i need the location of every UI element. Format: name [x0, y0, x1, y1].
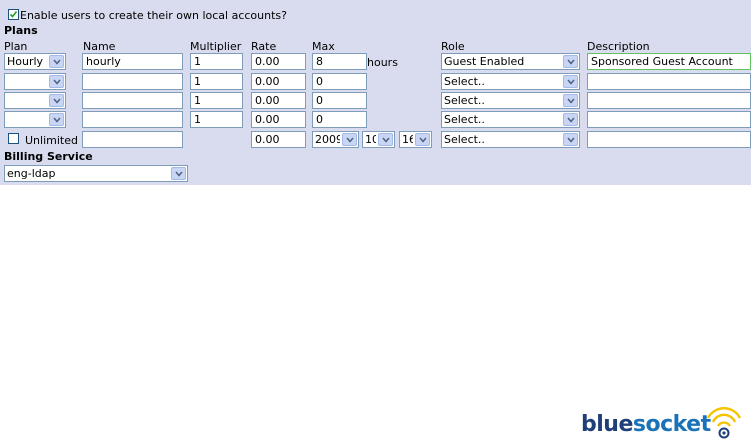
role-select[interactable]: Select..	[441, 131, 580, 148]
hours-label: hours	[367, 56, 398, 69]
chevron-down-icon	[563, 113, 578, 126]
col-max: Max	[312, 40, 335, 53]
max-input[interactable]	[312, 73, 367, 90]
role-select[interactable]: Select..	[441, 92, 580, 109]
description-input[interactable]	[587, 53, 751, 70]
role-select[interactable]: Select..	[441, 111, 580, 128]
max-input[interactable]	[312, 53, 367, 70]
plans-title: Plans	[4, 24, 38, 37]
unlimited-checkbox[interactable]	[8, 133, 19, 144]
unlimited-label: Unlimited	[25, 134, 78, 147]
plan-select[interactable]: Hourly	[4, 53, 66, 70]
chevron-down-icon	[415, 133, 430, 146]
name-input[interactable]	[82, 53, 183, 70]
name-input[interactable]	[82, 92, 183, 109]
chevron-down-icon	[49, 113, 64, 126]
description-input[interactable]	[587, 111, 751, 128]
rate-input[interactable]	[251, 92, 306, 109]
col-description: Description	[587, 40, 650, 53]
billing-service-label: Billing Service	[4, 150, 93, 163]
wifi-signal-icon	[706, 407, 742, 439]
checkmark-icon	[9, 11, 18, 18]
description-input[interactable]	[587, 92, 751, 109]
bluesocket-logo: bluesocket	[581, 412, 711, 437]
month-select[interactable]: 10	[362, 131, 395, 148]
chevron-down-icon	[342, 133, 357, 146]
settings-panel: Enable users to create their own local a…	[0, 0, 751, 185]
plan-select[interactable]	[4, 73, 66, 90]
billing-service-select[interactable]: eng-ldap	[4, 165, 188, 182]
plan-select[interactable]	[4, 111, 66, 128]
col-multiplier: Multiplier	[190, 40, 242, 53]
enable-local-accounts-label: Enable users to create their own local a…	[20, 9, 287, 22]
enable-local-accounts-checkbox[interactable]	[8, 9, 19, 20]
chevron-down-icon	[49, 55, 64, 68]
name-input[interactable]	[82, 73, 183, 90]
multiplier-input[interactable]	[190, 92, 243, 109]
chevron-down-icon	[171, 167, 186, 180]
role-select[interactable]: Guest Enabled	[441, 53, 580, 70]
col-plan: Plan	[4, 40, 28, 53]
col-role: Role	[441, 40, 465, 53]
chevron-down-icon	[563, 133, 578, 146]
name-input[interactable]	[82, 111, 183, 128]
year-select[interactable]: 2009	[312, 131, 359, 148]
max-input[interactable]	[312, 92, 367, 109]
day-select[interactable]: 16	[399, 131, 432, 148]
chevron-down-icon	[49, 94, 64, 107]
max-input[interactable]	[312, 111, 367, 128]
plan-select[interactable]	[4, 92, 66, 109]
multiplier-input[interactable]	[190, 73, 243, 90]
chevron-down-icon	[378, 133, 393, 146]
rate-input[interactable]	[251, 111, 306, 128]
multiplier-input[interactable]	[190, 53, 243, 70]
role-select[interactable]: Select..	[441, 73, 580, 90]
chevron-down-icon	[563, 55, 578, 68]
multiplier-input[interactable]	[190, 111, 243, 128]
unlimited-name-input[interactable]	[82, 131, 183, 148]
chevron-down-icon	[563, 75, 578, 88]
rate-input[interactable]	[251, 73, 306, 90]
rate-input[interactable]	[251, 53, 306, 70]
col-name: Name	[83, 40, 116, 53]
chevron-down-icon	[563, 94, 578, 107]
unlimited-rate-input[interactable]	[251, 131, 306, 148]
col-rate: Rate	[251, 40, 277, 53]
unlimited-description-input[interactable]	[587, 131, 751, 148]
description-input[interactable]	[587, 73, 751, 90]
chevron-down-icon	[49, 75, 64, 88]
